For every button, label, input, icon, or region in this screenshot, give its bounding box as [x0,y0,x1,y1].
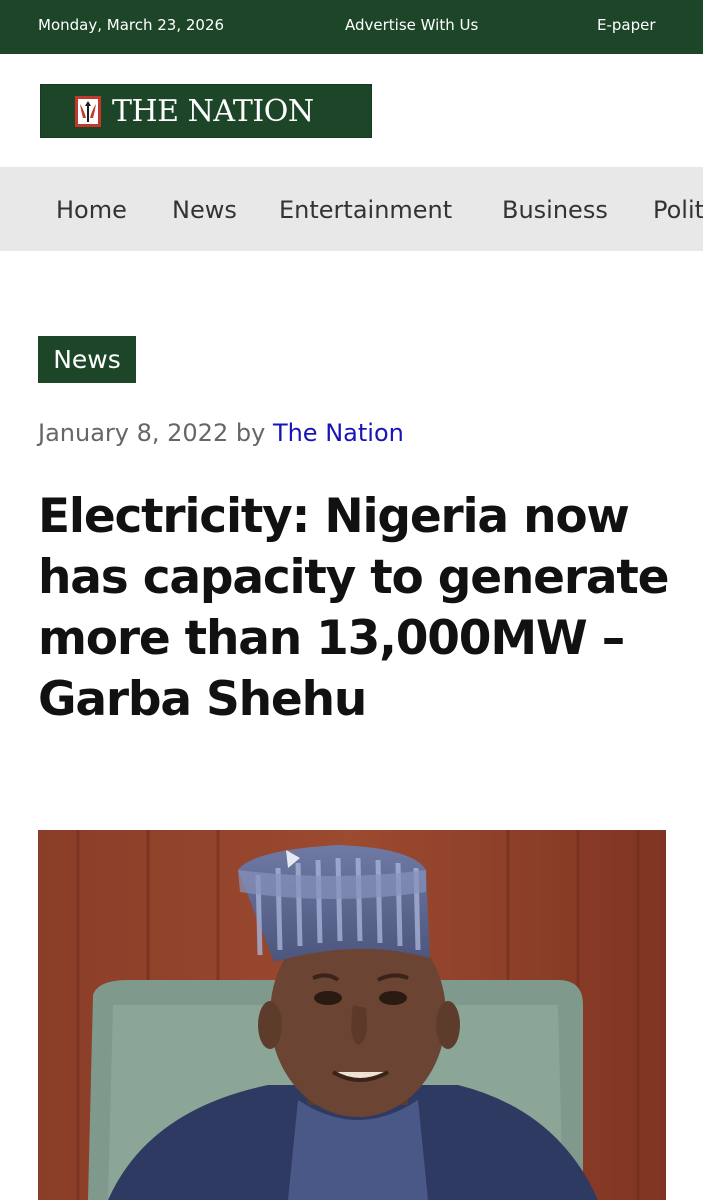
crest-icon [75,96,101,127]
category-badge[interactable]: News [38,336,136,383]
main-nav: Home News Entertainment Business Polit [0,167,703,251]
nav-entertainment[interactable]: Entertainment [279,196,452,224]
current-date: Monday, March 23, 2026 [38,16,225,34]
nav-home[interactable]: Home [56,196,127,224]
nav-politics[interactable]: Polit [653,196,703,224]
article-headline: Electricity: Nigeria now has capacity to… [38,489,670,727]
epaper-link[interactable]: E-paper [597,16,656,34]
logo-text: THE NATION [112,94,314,129]
advertise-link[interactable]: Advertise With Us [345,16,478,34]
site-logo[interactable]: THE NATION [40,84,372,138]
site-header: THE NATION [0,54,703,167]
by-label: by [235,419,266,447]
top-bar: Monday, March 23, 2026 Advertise With Us… [0,0,703,54]
author-link[interactable]: The Nation [273,419,404,447]
article-date: January 8, 2022 [38,419,229,447]
article-meta: January 8, 2022 by The Nation [38,419,404,447]
nav-news[interactable]: News [172,196,237,224]
article-photo[interactable] [38,830,666,1200]
nav-business[interactable]: Business [502,196,608,224]
